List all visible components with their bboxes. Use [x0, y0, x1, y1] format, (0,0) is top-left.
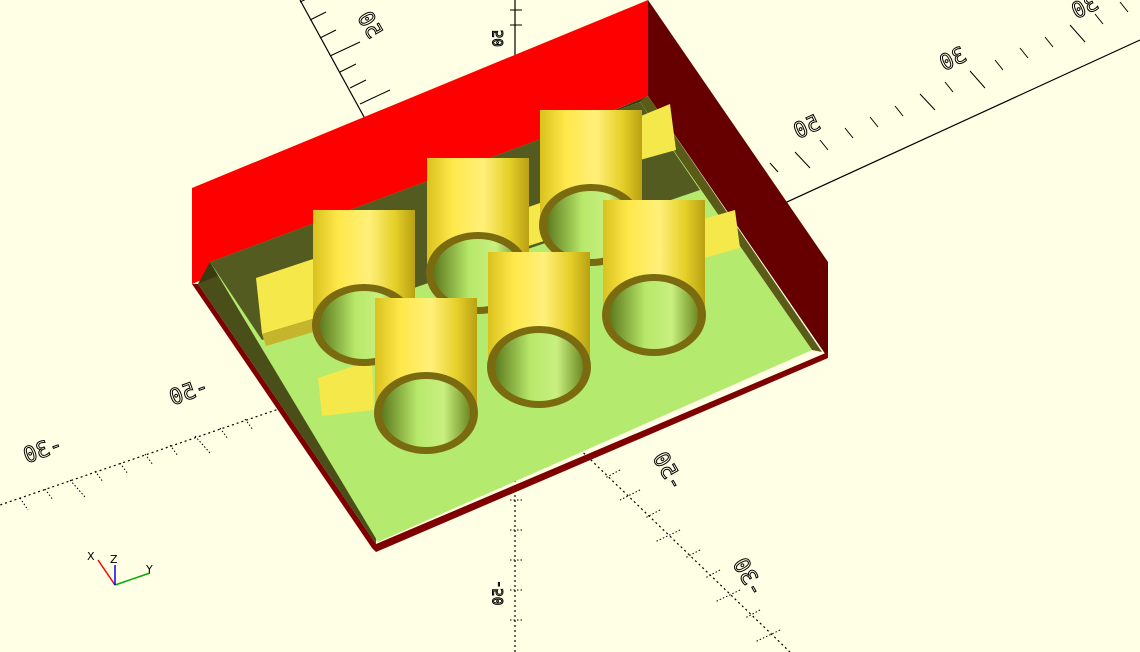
- axis-label-x-pos-30: 30: [1068, 0, 1103, 25]
- brick-model[interactable]: [192, 0, 828, 552]
- gizmo-x-label: X: [87, 550, 95, 563]
- gizmo-y-label: Y: [145, 563, 153, 576]
- axis-label-y-pos-50: 50: [790, 111, 825, 145]
- scene-svg[interactable]: 50 50 30 30 -50 -30 -50 -30 50 0 -50: [0, 0, 1140, 652]
- axis-label-x-pos-50: 50: [352, 8, 387, 43]
- axis-label-y-neg-50: -50: [166, 374, 212, 411]
- axis-label-z-top: 50: [491, 30, 507, 47]
- orientation-gizmo: X Z Y: [87, 550, 153, 586]
- axis-label-y-pos-30: 30: [936, 43, 971, 77]
- axis-label-x-neg-30: -30: [727, 554, 769, 601]
- axis-label-x-neg-50: -50: [647, 448, 689, 495]
- tube: [487, 252, 591, 408]
- gizmo-z-label: Z: [110, 553, 118, 566]
- gizmo-y-axis: [114, 572, 151, 586]
- y-positive-ticks: [744, 1, 1129, 191]
- tube: [374, 298, 478, 454]
- x-negative-ticks: [604, 469, 781, 643]
- axis-label-y-neg-30: -30: [20, 432, 66, 469]
- axis-label-z-bot: -50: [491, 580, 507, 605]
- 3d-viewport[interactable]: 50 50 30 30 -50 -30 -50 -30 50 0 -50: [0, 0, 1140, 652]
- tube: [602, 200, 706, 356]
